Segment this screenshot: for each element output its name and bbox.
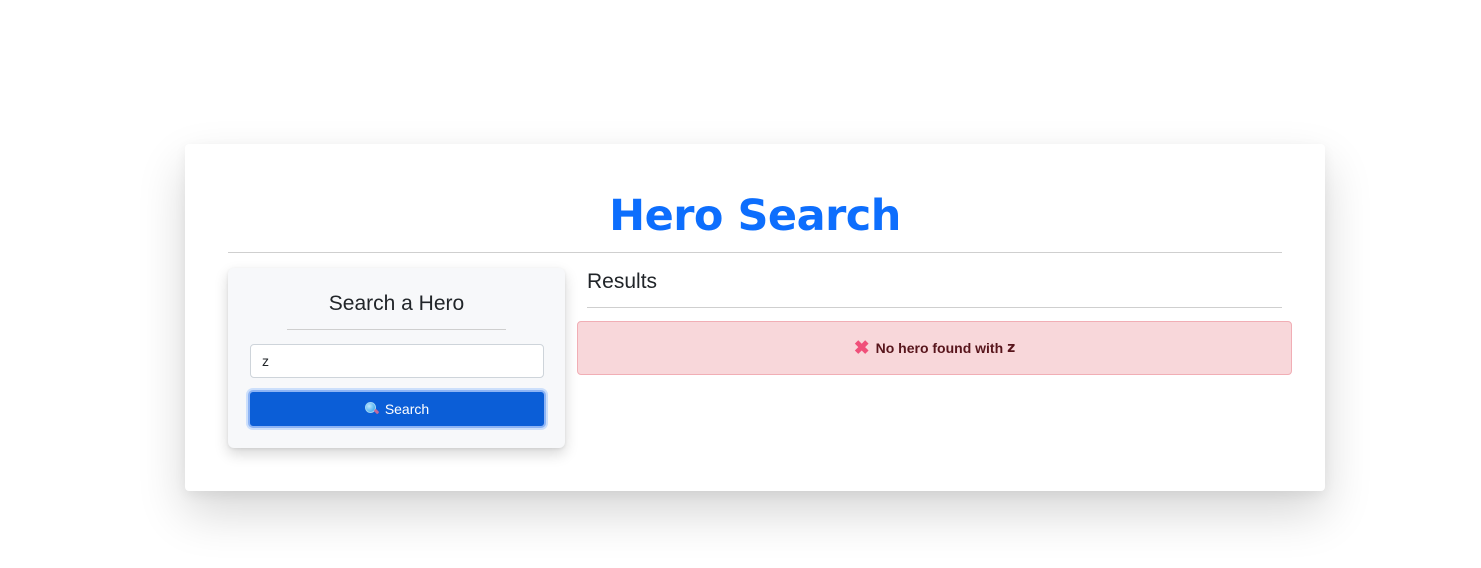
magnifying-glass-icon — [364, 402, 380, 416]
page-title: Hero Search — [609, 191, 901, 241]
search-button-label: Search — [384, 401, 430, 417]
alert-query: z — [1007, 340, 1016, 356]
search-button[interactable]: Search — [248, 390, 546, 428]
cross-mark-icon: ✖ — [853, 337, 870, 359]
hero-search-card: Hero Search Search a Hero Search Results… — [185, 144, 1325, 491]
no-result-alert: ✖ No hero found with z — [577, 321, 1292, 375]
hero-search-input[interactable] — [250, 344, 544, 378]
alert-message: No hero found with — [875, 340, 1004, 356]
results-divider — [587, 307, 1282, 308]
search-panel-divider — [287, 329, 506, 330]
search-panel-title: Search a Hero — [328, 292, 465, 315]
title-divider — [228, 252, 1282, 253]
search-panel: Search a Hero Search — [228, 268, 565, 448]
results-title: Results — [587, 270, 658, 293]
